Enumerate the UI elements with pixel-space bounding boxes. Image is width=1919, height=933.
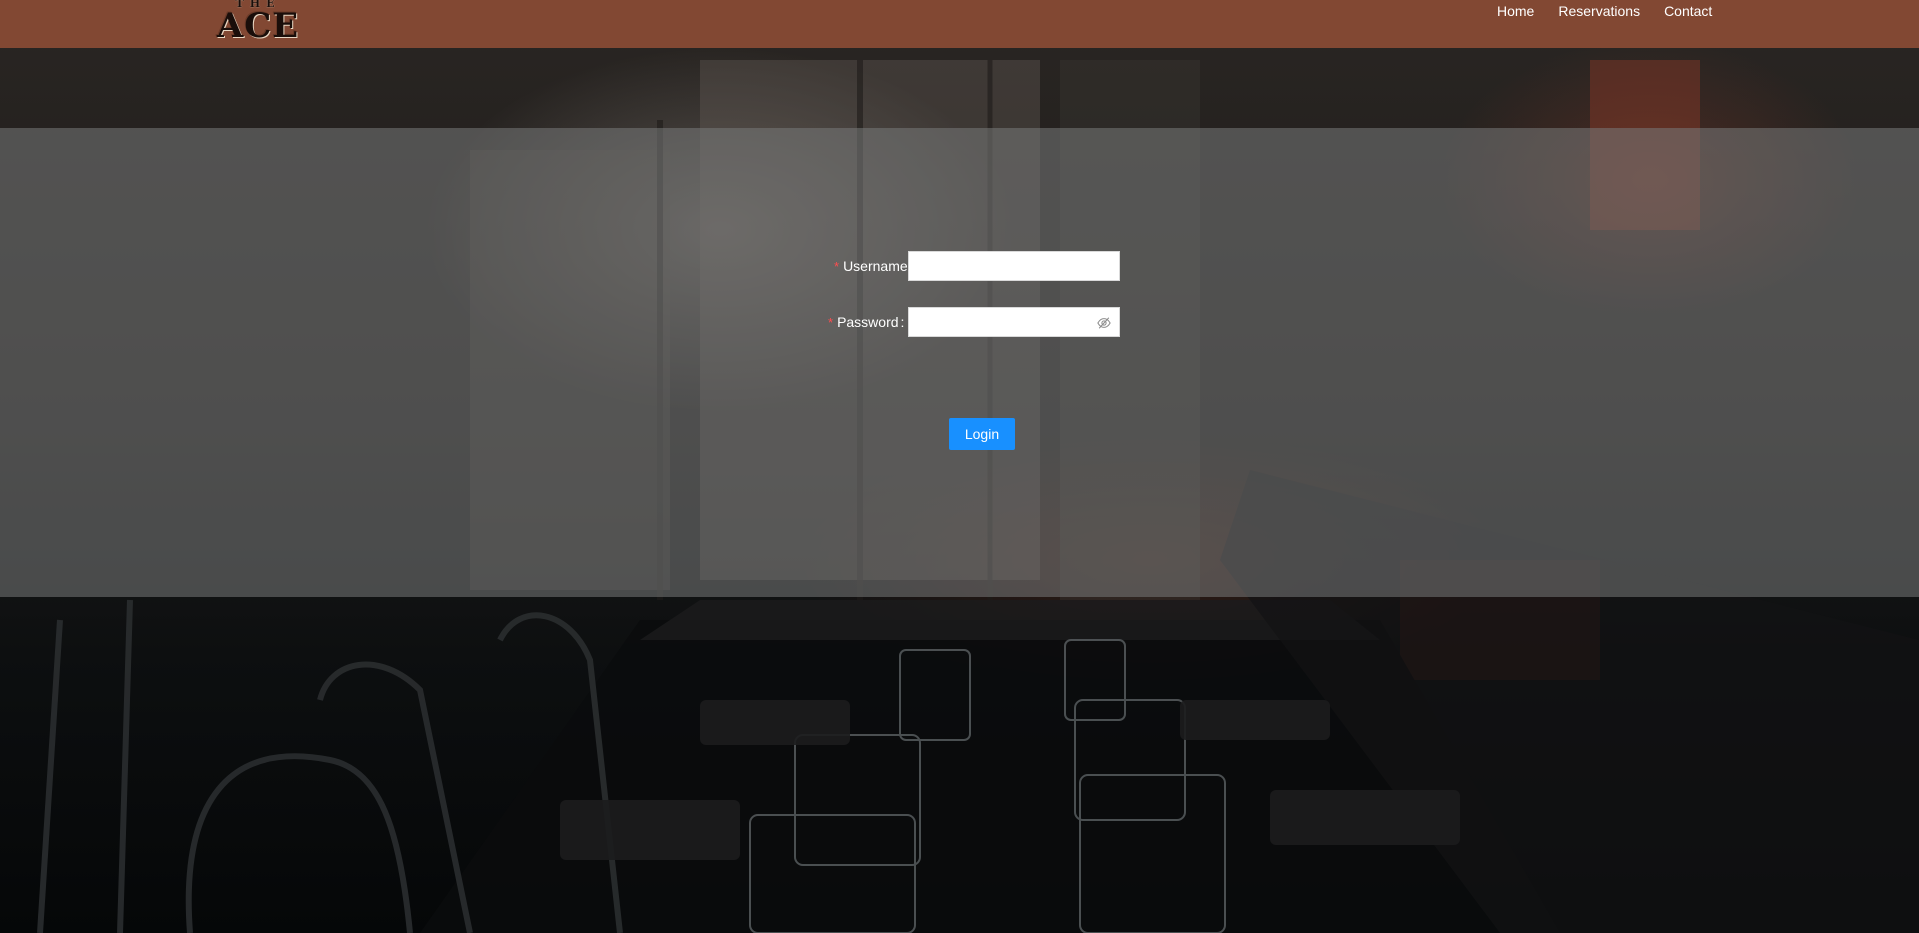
login-button[interactable]: Login bbox=[949, 418, 1015, 450]
password-form-item: * Password : bbox=[828, 306, 1121, 338]
username-form-item: * Username bbox=[834, 250, 1120, 282]
required-mark: * bbox=[834, 258, 840, 274]
password-label-text: Password bbox=[837, 314, 899, 330]
nav-link-reservations[interactable]: Reservations bbox=[1558, 3, 1640, 19]
top-navbar: THE ACE Home Reservations Contact bbox=[0, 0, 1919, 48]
the-ace-logo[interactable]: THE ACE bbox=[192, 0, 324, 44]
required-mark: * bbox=[828, 314, 834, 330]
username-input[interactable] bbox=[908, 252, 1119, 280]
password-input-wrapper bbox=[908, 307, 1121, 337]
password-input[interactable] bbox=[909, 308, 1120, 336]
login-page: THE ACE Home Reservations Contact * User… bbox=[0, 0, 1919, 933]
password-label: * Password : bbox=[828, 314, 908, 330]
nav-link-contact[interactable]: Contact bbox=[1664, 3, 1712, 19]
username-label-text: Username bbox=[843, 258, 908, 274]
password-label-colon: : bbox=[900, 314, 905, 330]
username-input-wrapper bbox=[907, 251, 1120, 281]
eye-invisible-icon[interactable] bbox=[1097, 316, 1112, 330]
login-panel bbox=[0, 128, 1919, 597]
username-label: * Username bbox=[834, 258, 908, 274]
main-nav: Home Reservations Contact bbox=[1497, 3, 1736, 19]
logo-text-big: ACE bbox=[216, 6, 300, 46]
nav-link-home[interactable]: Home bbox=[1497, 3, 1534, 19]
